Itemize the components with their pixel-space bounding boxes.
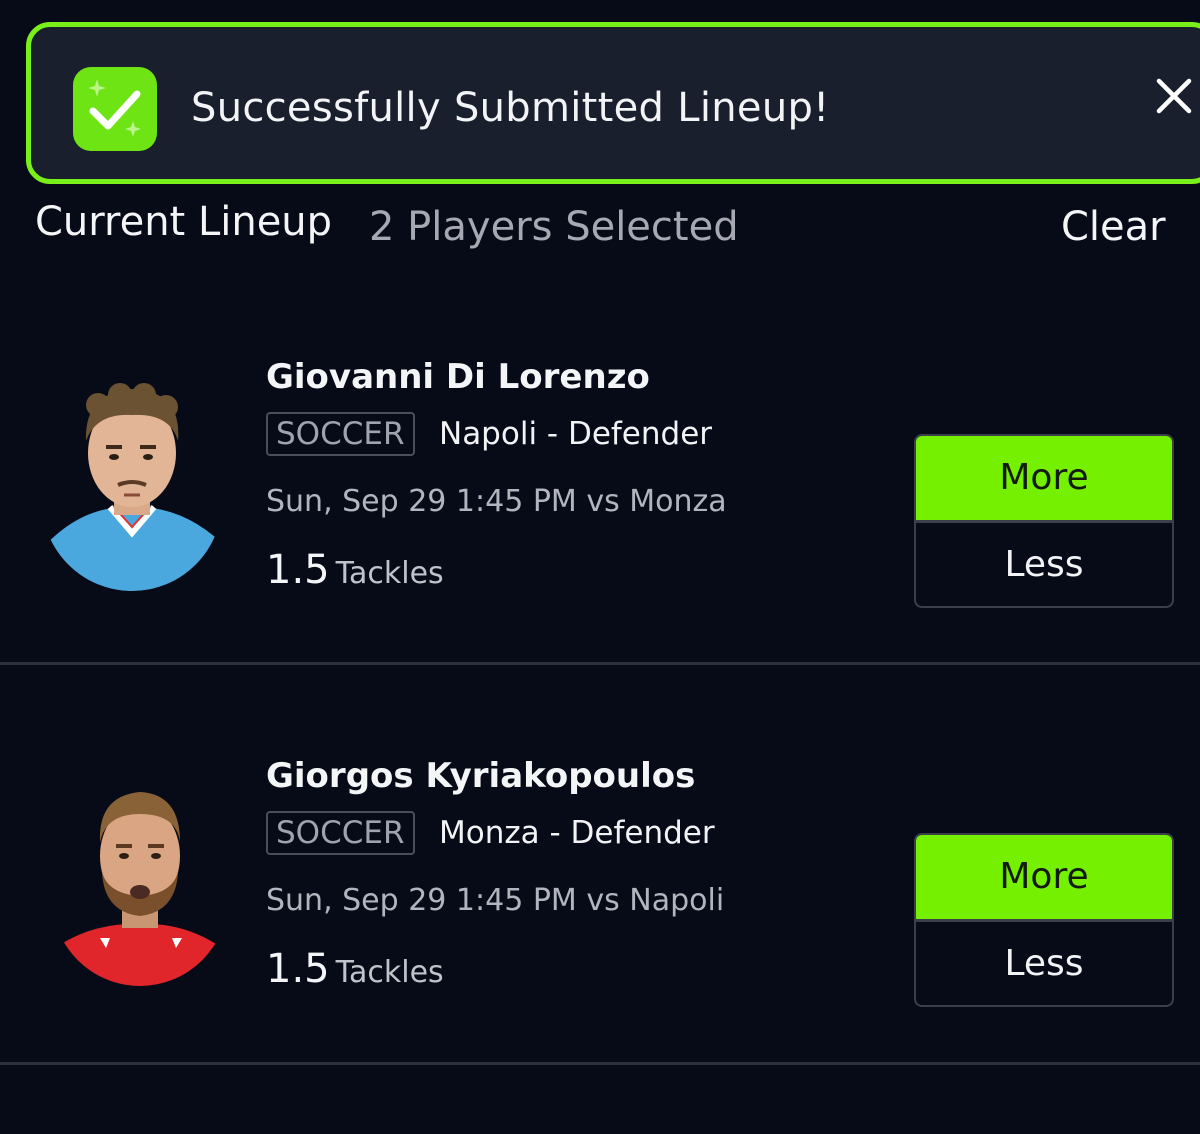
success-toast: Successfully Submitted Lineup! [26,22,1200,184]
more-button[interactable]: More [916,835,1172,919]
close-icon[interactable] [1151,73,1197,119]
player-card: Giorgos Kyriakopoulos SOCCER Monza - Def… [0,744,1200,1134]
less-button[interactable]: Less [916,523,1172,606]
team-position: Napoli - Defender [439,416,713,452]
players-selected-count: 2 Players Selected [369,204,739,250]
team-position: Monza - Defender [439,815,715,851]
less-button[interactable]: Less [916,922,1172,1005]
lineup-title: Current Lineup [35,199,333,245]
player-name: Giovanni Di Lorenzo [266,357,650,397]
more-less-toggle: More Less [914,833,1174,1007]
player-avatar [40,383,230,593]
clear-button[interactable]: Clear [1061,201,1166,253]
row-divider [0,662,1200,665]
sport-badge: SOCCER [266,412,415,456]
check-sparkle-icon [73,67,157,151]
game-info: Sun, Sep 29 1:45 PM vs Napoli [266,883,725,918]
stat-label: Tackles [335,955,444,990]
player-name: Giorgos Kyriakopoulos [266,756,696,796]
stat-label: Tackles [335,556,444,591]
stat-value: 1.5 [266,547,330,593]
game-info: Sun, Sep 29 1:45 PM vs Monza [266,484,727,519]
sport-badge: SOCCER [266,811,415,855]
more-button[interactable]: More [916,436,1172,520]
toast-message: Successfully Submitted Lineup! [191,85,830,131]
stat-line: 1.5 Tackles [266,944,444,998]
stat-line: 1.5 Tackles [266,545,444,599]
stat-value: 1.5 [266,946,330,992]
more-less-toggle: More Less [914,434,1174,608]
player-card: Giovanni Di Lorenzo SOCCER Napoli - Defe… [0,345,1200,735]
player-avatar [40,788,230,998]
